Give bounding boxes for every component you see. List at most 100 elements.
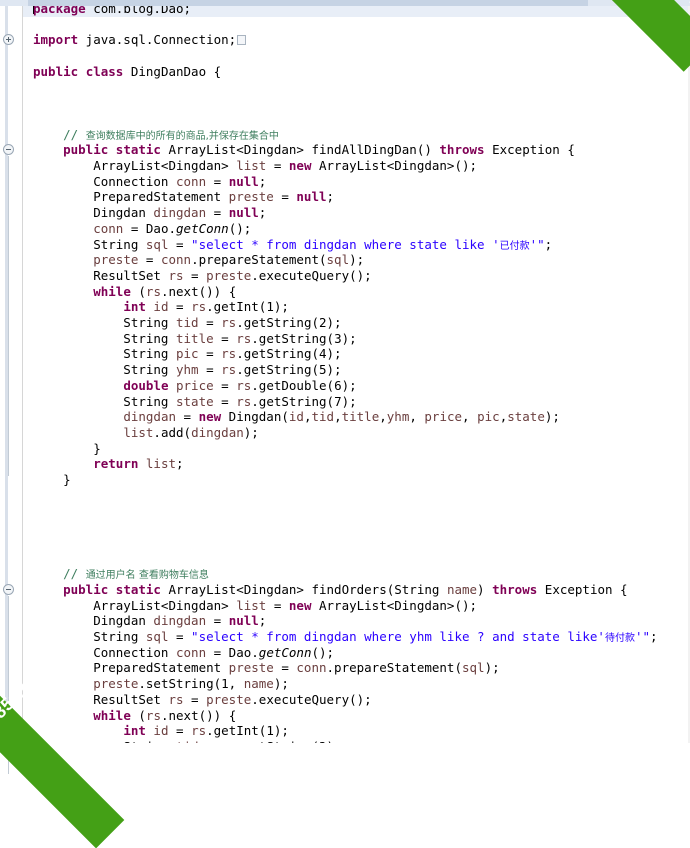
code-token-pl: .getDouble(6); — [251, 377, 357, 393]
code-line[interactable]: ResultSet rs = preste.executeQuery(); — [23, 268, 690, 284]
code-token-pl: PreparedStatement — [33, 189, 229, 205]
code-line[interactable]: public static ArrayList<Dingdan> findAll… — [23, 142, 690, 158]
code-line[interactable]: // 查询数据库中的所有的商品,并保存在集合中 — [23, 127, 690, 143]
code-line[interactable]: double price = rs.getDouble(6); — [23, 378, 690, 394]
code-line[interactable]: Connection conn = Dao.getConn(); — [23, 645, 690, 661]
code-token-loc: dingdan — [123, 409, 176, 425]
code-token-pl: ; — [326, 189, 335, 205]
code-token-loc: state — [507, 409, 545, 425]
code-line[interactable]: import java.sql.Connection; — [23, 32, 690, 48]
code-token-pl: .add( — [153, 424, 192, 440]
code-line[interactable]: ArrayList<Dingdan> list = new ArrayList<… — [23, 158, 690, 174]
code-line[interactable] — [23, 48, 690, 64]
code-token-pl: ; — [258, 613, 267, 629]
code-token-loc: conn — [93, 220, 124, 236]
code-token-loc: title — [176, 330, 214, 346]
code-line[interactable]: String pic = rs.getString(4); — [23, 346, 690, 362]
code-line[interactable] — [23, 95, 690, 111]
code-line[interactable] — [23, 519, 690, 535]
code-token-loc: tid — [311, 409, 335, 425]
code-token-pl: = — [213, 393, 237, 409]
code-token-kw: public — [63, 142, 109, 158]
code-line[interactable]: dingdan = new Dingdan(id,tid,title,yhm, … — [23, 409, 690, 425]
code-token-pl: ; — [258, 205, 267, 221]
code-token-pl: (); — [311, 644, 335, 660]
code-line[interactable]: ArrayList<Dingdan> list = new ArrayList<… — [23, 598, 690, 614]
code-line[interactable]: while (rs.next()) { — [23, 708, 690, 724]
code-line[interactable] — [23, 551, 690, 567]
code-token-pl: } — [33, 440, 101, 456]
code-token-loc: name — [446, 581, 478, 597]
code-line[interactable]: Connection conn = null; — [23, 174, 690, 190]
code-line[interactable] — [23, 503, 690, 519]
code-token-pl: .next()) { — [160, 707, 237, 723]
code-line[interactable]: conn = Dao.getConn(); — [23, 221, 690, 237]
code-line[interactable]: ResultSet rs = preste.executeQuery(); — [23, 692, 690, 708]
code-line[interactable]: preste = conn.prepareStatement(sql); — [23, 252, 690, 268]
plus-fold-icon[interactable] — [3, 34, 14, 46]
code-token-pl: = — [266, 597, 289, 613]
code-line[interactable]: PreparedStatement preste = null; — [23, 189, 690, 205]
code-line[interactable]: // 通过用户名 查看购物车信息 — [23, 566, 690, 582]
code-line[interactable]: preste.setString(1, name); — [23, 676, 690, 692]
code-token-loc: dingdan — [153, 205, 207, 221]
code-line[interactable]: int id = rs.getInt(1); — [23, 299, 690, 315]
code-token-loc: yhm — [386, 409, 410, 425]
fold-range-line — [8, 595, 9, 775]
code-token-pl: ( — [130, 707, 146, 723]
code-line[interactable]: } — [23, 441, 690, 457]
code-token-cmt: // — [33, 126, 86, 142]
code-token-kw: public — [63, 581, 109, 597]
code-line[interactable] — [23, 17, 690, 33]
code-line[interactable]: while (rs.next()) { — [23, 284, 690, 300]
code-line[interactable]: String tid = rs.getString(2); — [23, 739, 690, 743]
code-token-loc: preste — [206, 267, 252, 283]
code-line[interactable]: String sql = "select * from dingdan wher… — [23, 629, 690, 645]
code-line[interactable]: String state = rs.getString(7); — [23, 394, 690, 410]
code-content[interactable]: package com.blog.Dao; import java.sql.Co… — [23, 0, 690, 743]
collapsed-fold-box[interactable] — [237, 35, 247, 46]
code-line[interactable]: } — [23, 472, 690, 488]
code-line[interactable]: return list; — [23, 456, 690, 472]
code-token-loc: rs — [221, 346, 237, 362]
code-token-pl: = — [183, 691, 207, 707]
code-line[interactable]: public static ArrayList<Dingdan> findOrd… — [23, 582, 690, 598]
code-token-pl: String — [33, 346, 176, 362]
code-line[interactable] — [23, 535, 690, 551]
code-line[interactable] — [23, 80, 690, 96]
code-line[interactable] — [23, 488, 690, 504]
code-token-kw: null — [296, 189, 327, 205]
code-token-pl: = — [198, 315, 222, 330]
code-line[interactable]: PreparedStatement preste = conn.prepareS… — [23, 660, 690, 676]
code-token-loc: yhm — [176, 362, 199, 378]
code-token-loc: id — [153, 723, 169, 739]
code-token-pl: = — [198, 362, 222, 378]
editor-gutter[interactable] — [0, 0, 23, 775]
code-line[interactable] — [23, 111, 690, 127]
code-line[interactable]: list.add(dingdan); — [23, 425, 690, 441]
code-line[interactable]: public class DingDanDao { — [23, 64, 690, 80]
code-line[interactable]: String yhm = rs.getString(5); — [23, 362, 690, 378]
code-line[interactable]: Dingdan dingdan = null; — [23, 613, 690, 629]
code-token-loc: list — [236, 597, 267, 613]
code-token-pl: = — [213, 377, 237, 393]
code-line[interactable]: int id = rs.getInt(1); — [23, 723, 690, 739]
code-token-loc: tid — [176, 739, 199, 743]
code-token-sm: getConn — [258, 644, 312, 660]
code-token-loc: price — [176, 377, 214, 393]
code-line[interactable]: Dingdan dingdan = null; — [23, 205, 690, 221]
minus-fold-icon[interactable] — [3, 583, 14, 595]
fold-range-line — [8, 156, 9, 476]
code-token-pl: .prepareStatement( — [326, 660, 462, 676]
minus-fold-icon[interactable] — [3, 144, 14, 156]
code-editor[interactable]: package com.blog.Dao; import java.sql.Co… — [0, 0, 690, 775]
code-token-loc: rs — [236, 330, 252, 346]
code-line[interactable]: String title = rs.getString(3); — [23, 331, 690, 347]
code-token-loc: rs — [145, 283, 161, 299]
code-line[interactable]: String tid = rs.getString(2); — [23, 315, 690, 331]
code-line[interactable]: String sql = "select * from dingdan wher… — [23, 237, 690, 253]
code-token-pl: = — [273, 189, 297, 205]
